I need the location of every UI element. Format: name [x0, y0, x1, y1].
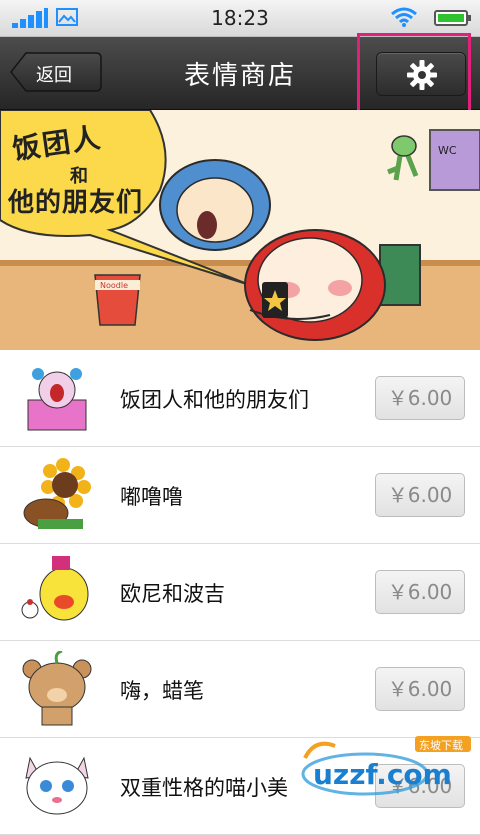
sticker-thumbnail: [27, 368, 87, 431]
svg-text:Noodle: Noodle: [100, 281, 128, 290]
promo-banner[interactable]: WC Noodle 饭团人 和 他的朋友们: [0, 110, 480, 350]
svg-text:WC: WC: [438, 144, 457, 157]
watermark: 东坡下载 uzzf.com: [295, 728, 475, 798]
banner-subline: 他的朋友们: [8, 188, 144, 218]
item-name: 饭团人和他的朋友们: [120, 388, 309, 412]
highlight-box: [357, 33, 471, 113]
sticker-thumbnail: [22, 651, 92, 726]
list-item[interactable]: 欧尼和波吉 ￥6.00: [0, 544, 480, 641]
watermark-sub: 东坡下载: [419, 739, 463, 752]
battery-icon: [434, 10, 471, 26]
status-bar: 18:23: [0, 0, 480, 37]
item-name: 双重性格的喵小美: [120, 776, 288, 800]
sticker-thumbnail: [23, 458, 91, 529]
sticker-thumbnail: [25, 756, 89, 815]
sticker-thumbnail: [21, 556, 89, 621]
watermark-text: uzzf.com: [313, 758, 452, 791]
price-button[interactable]: ￥6.00: [375, 473, 465, 517]
list-item[interactable]: 嗨，蜡笔 ￥6.00: [0, 641, 480, 738]
list-item[interactable]: 饭团人和他的朋友们 ￥6.00: [0, 350, 480, 447]
wifi-icon: [391, 7, 417, 27]
item-name: 嘟噜噜: [120, 485, 183, 509]
price-button[interactable]: ￥6.00: [375, 667, 465, 711]
list-item[interactable]: 嘟噜噜 ￥6.00: [0, 447, 480, 544]
price-button[interactable]: ￥6.00: [375, 570, 465, 614]
item-name: 嗨，蜡笔: [120, 679, 204, 703]
item-name: 欧尼和波吉: [120, 582, 225, 606]
price-button[interactable]: ￥6.00: [375, 376, 465, 420]
